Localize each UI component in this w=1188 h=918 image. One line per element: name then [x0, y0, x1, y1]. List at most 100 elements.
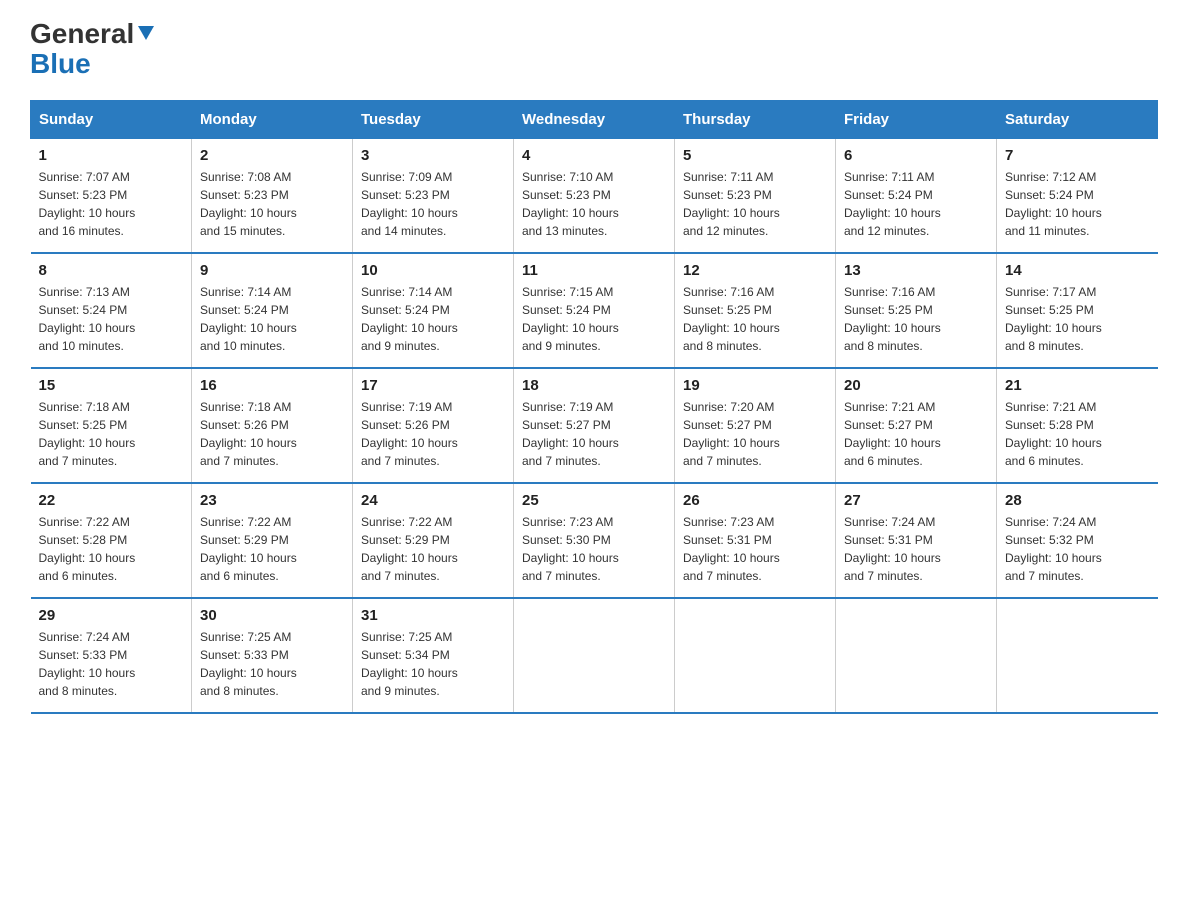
day-number: 21 — [1005, 377, 1150, 394]
day-info: Sunrise: 7:14 AM Sunset: 5:24 PM Dayligh… — [200, 285, 297, 353]
calendar-header-row: SundayMondayTuesdayWednesdayThursdayFrid… — [31, 101, 1158, 139]
week-row-4: 22 Sunrise: 7:22 AM Sunset: 5:28 PM Dayl… — [31, 483, 1158, 598]
day-cell: 27 Sunrise: 7:24 AM Sunset: 5:31 PM Dayl… — [836, 483, 997, 598]
day-number: 27 — [844, 492, 988, 509]
day-cell: 21 Sunrise: 7:21 AM Sunset: 5:28 PM Dayl… — [997, 368, 1158, 483]
day-cell: 12 Sunrise: 7:16 AM Sunset: 5:25 PM Dayl… — [675, 253, 836, 368]
day-number: 24 — [361, 492, 505, 509]
day-info: Sunrise: 7:22 AM Sunset: 5:28 PM Dayligh… — [39, 515, 136, 583]
logo-blue: Blue — [30, 48, 91, 80]
day-cell: 28 Sunrise: 7:24 AM Sunset: 5:32 PM Dayl… — [997, 483, 1158, 598]
day-number: 20 — [844, 377, 988, 394]
day-info: Sunrise: 7:23 AM Sunset: 5:30 PM Dayligh… — [522, 515, 619, 583]
week-row-1: 1 Sunrise: 7:07 AM Sunset: 5:23 PM Dayli… — [31, 139, 1158, 254]
day-number: 14 — [1005, 262, 1150, 279]
day-number: 4 — [522, 147, 666, 164]
day-number: 12 — [683, 262, 827, 279]
day-number: 5 — [683, 147, 827, 164]
day-number: 19 — [683, 377, 827, 394]
day-cell: 16 Sunrise: 7:18 AM Sunset: 5:26 PM Dayl… — [192, 368, 353, 483]
day-number: 13 — [844, 262, 988, 279]
day-cell: 5 Sunrise: 7:11 AM Sunset: 5:23 PM Dayli… — [675, 139, 836, 254]
day-number: 28 — [1005, 492, 1150, 509]
day-cell: 3 Sunrise: 7:09 AM Sunset: 5:23 PM Dayli… — [353, 139, 514, 254]
day-cell: 15 Sunrise: 7:18 AM Sunset: 5:25 PM Dayl… — [31, 368, 192, 483]
day-info: Sunrise: 7:24 AM Sunset: 5:33 PM Dayligh… — [39, 630, 136, 698]
day-number: 31 — [361, 607, 505, 624]
day-cell: 25 Sunrise: 7:23 AM Sunset: 5:30 PM Dayl… — [514, 483, 675, 598]
day-cell: 23 Sunrise: 7:22 AM Sunset: 5:29 PM Dayl… — [192, 483, 353, 598]
col-header-sunday: Sunday — [31, 101, 192, 139]
day-number: 7 — [1005, 147, 1150, 164]
day-number: 3 — [361, 147, 505, 164]
day-info: Sunrise: 7:13 AM Sunset: 5:24 PM Dayligh… — [39, 285, 136, 353]
day-info: Sunrise: 7:16 AM Sunset: 5:25 PM Dayligh… — [844, 285, 941, 353]
logo-general: General — [30, 20, 134, 48]
day-info: Sunrise: 7:24 AM Sunset: 5:32 PM Dayligh… — [1005, 515, 1102, 583]
col-header-tuesday: Tuesday — [353, 101, 514, 139]
day-cell: 18 Sunrise: 7:19 AM Sunset: 5:27 PM Dayl… — [514, 368, 675, 483]
day-cell: 30 Sunrise: 7:25 AM Sunset: 5:33 PM Dayl… — [192, 598, 353, 713]
day-info: Sunrise: 7:15 AM Sunset: 5:24 PM Dayligh… — [522, 285, 619, 353]
day-cell: 17 Sunrise: 7:19 AM Sunset: 5:26 PM Dayl… — [353, 368, 514, 483]
day-info: Sunrise: 7:08 AM Sunset: 5:23 PM Dayligh… — [200, 170, 297, 238]
day-number: 6 — [844, 147, 988, 164]
day-info: Sunrise: 7:16 AM Sunset: 5:25 PM Dayligh… — [683, 285, 780, 353]
day-info: Sunrise: 7:19 AM Sunset: 5:26 PM Dayligh… — [361, 400, 458, 468]
day-info: Sunrise: 7:10 AM Sunset: 5:23 PM Dayligh… — [522, 170, 619, 238]
day-info: Sunrise: 7:25 AM Sunset: 5:33 PM Dayligh… — [200, 630, 297, 698]
day-info: Sunrise: 7:19 AM Sunset: 5:27 PM Dayligh… — [522, 400, 619, 468]
day-cell: 24 Sunrise: 7:22 AM Sunset: 5:29 PM Dayl… — [353, 483, 514, 598]
day-info: Sunrise: 7:14 AM Sunset: 5:24 PM Dayligh… — [361, 285, 458, 353]
day-number: 8 — [39, 262, 184, 279]
day-cell — [675, 598, 836, 713]
day-cell: 22 Sunrise: 7:22 AM Sunset: 5:28 PM Dayl… — [31, 483, 192, 598]
day-cell: 26 Sunrise: 7:23 AM Sunset: 5:31 PM Dayl… — [675, 483, 836, 598]
day-info: Sunrise: 7:21 AM Sunset: 5:28 PM Dayligh… — [1005, 400, 1102, 468]
day-number: 17 — [361, 377, 505, 394]
day-number: 18 — [522, 377, 666, 394]
day-info: Sunrise: 7:11 AM Sunset: 5:24 PM Dayligh… — [844, 170, 941, 238]
day-number: 11 — [522, 262, 666, 279]
day-cell: 14 Sunrise: 7:17 AM Sunset: 5:25 PM Dayl… — [997, 253, 1158, 368]
day-number: 29 — [39, 607, 184, 624]
day-cell: 10 Sunrise: 7:14 AM Sunset: 5:24 PM Dayl… — [353, 253, 514, 368]
day-info: Sunrise: 7:22 AM Sunset: 5:29 PM Dayligh… — [361, 515, 458, 583]
day-cell: 8 Sunrise: 7:13 AM Sunset: 5:24 PM Dayli… — [31, 253, 192, 368]
page-header: General Blue — [30, 20, 1158, 80]
day-info: Sunrise: 7:12 AM Sunset: 5:24 PM Dayligh… — [1005, 170, 1102, 238]
day-number: 1 — [39, 147, 184, 164]
day-cell: 7 Sunrise: 7:12 AM Sunset: 5:24 PM Dayli… — [997, 139, 1158, 254]
day-info: Sunrise: 7:25 AM Sunset: 5:34 PM Dayligh… — [361, 630, 458, 698]
day-cell: 13 Sunrise: 7:16 AM Sunset: 5:25 PM Dayl… — [836, 253, 997, 368]
col-header-wednesday: Wednesday — [514, 101, 675, 139]
day-info: Sunrise: 7:09 AM Sunset: 5:23 PM Dayligh… — [361, 170, 458, 238]
logo-triangle-icon — [136, 22, 156, 42]
calendar-table: SundayMondayTuesdayWednesdayThursdayFrid… — [30, 100, 1158, 714]
day-cell: 20 Sunrise: 7:21 AM Sunset: 5:27 PM Dayl… — [836, 368, 997, 483]
day-number: 26 — [683, 492, 827, 509]
day-number: 30 — [200, 607, 344, 624]
col-header-saturday: Saturday — [997, 101, 1158, 139]
col-header-thursday: Thursday — [675, 101, 836, 139]
day-cell: 31 Sunrise: 7:25 AM Sunset: 5:34 PM Dayl… — [353, 598, 514, 713]
day-cell — [836, 598, 997, 713]
col-header-monday: Monday — [192, 101, 353, 139]
day-cell: 1 Sunrise: 7:07 AM Sunset: 5:23 PM Dayli… — [31, 139, 192, 254]
day-number: 25 — [522, 492, 666, 509]
day-number: 9 — [200, 262, 344, 279]
day-cell — [514, 598, 675, 713]
week-row-3: 15 Sunrise: 7:18 AM Sunset: 5:25 PM Dayl… — [31, 368, 1158, 483]
week-row-2: 8 Sunrise: 7:13 AM Sunset: 5:24 PM Dayli… — [31, 253, 1158, 368]
day-number: 15 — [39, 377, 184, 394]
day-cell — [997, 598, 1158, 713]
day-number: 2 — [200, 147, 344, 164]
day-info: Sunrise: 7:20 AM Sunset: 5:27 PM Dayligh… — [683, 400, 780, 468]
day-number: 23 — [200, 492, 344, 509]
day-number: 16 — [200, 377, 344, 394]
day-info: Sunrise: 7:21 AM Sunset: 5:27 PM Dayligh… — [844, 400, 941, 468]
day-number: 22 — [39, 492, 184, 509]
day-info: Sunrise: 7:24 AM Sunset: 5:31 PM Dayligh… — [844, 515, 941, 583]
day-info: Sunrise: 7:17 AM Sunset: 5:25 PM Dayligh… — [1005, 285, 1102, 353]
day-cell: 4 Sunrise: 7:10 AM Sunset: 5:23 PM Dayli… — [514, 139, 675, 254]
